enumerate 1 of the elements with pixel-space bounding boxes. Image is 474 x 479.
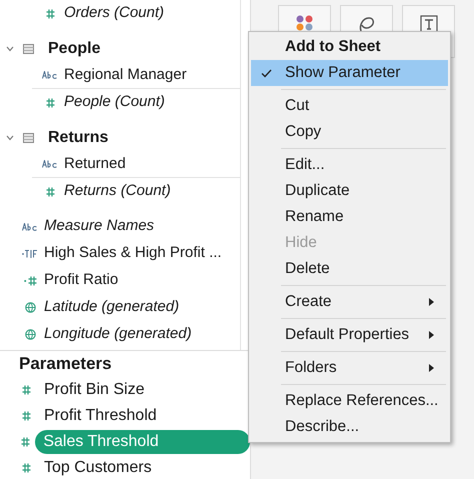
section-title: Parameters xyxy=(18,353,113,375)
